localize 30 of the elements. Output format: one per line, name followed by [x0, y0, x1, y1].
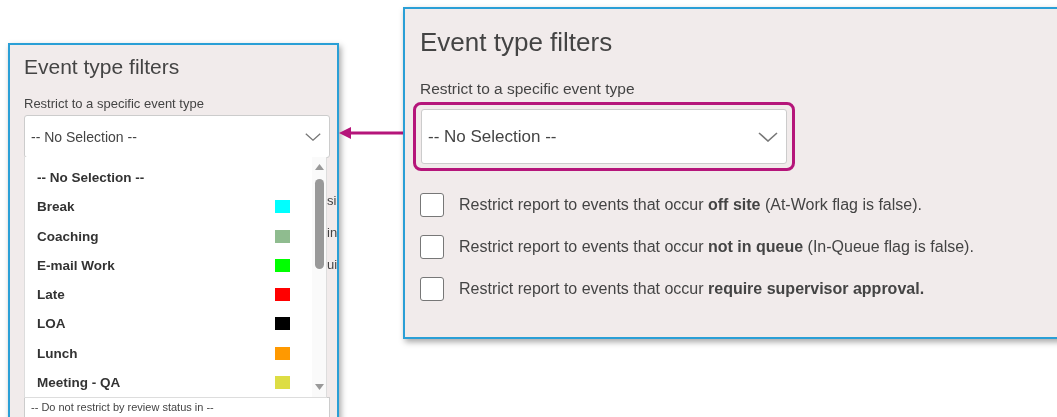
- panel-title: Event type filters: [420, 27, 614, 58]
- event-type-select[interactable]: -- No Selection --: [24, 115, 330, 158]
- event-type-select[interactable]: -- No Selection --: [421, 109, 787, 164]
- review-status-select[interactable]: -- Do not restrict by review status in --: [24, 397, 330, 417]
- checkbox-label: Restrict report to events that occur require supervisor approval.: [459, 280, 925, 298]
- checkbox[interactable]: [420, 193, 444, 217]
- checkbox[interactable]: [420, 277, 444, 301]
- scrollbar[interactable]: [312, 157, 326, 397]
- dropdown-option[interactable]: Meeting - QA: [37, 367, 312, 397]
- chevron-down-icon: [305, 132, 321, 141]
- panel-title: Event type filters: [24, 55, 181, 79]
- covered-text: ui: [327, 257, 337, 272]
- dropdown-option[interactable]: Break: [37, 192, 312, 222]
- scrollbar-thumb[interactable]: [314, 179, 324, 269]
- scroll-up-icon[interactable]: [314, 163, 324, 171]
- dropdown-option[interactable]: -- No Selection --: [37, 163, 312, 193]
- chevron-down-icon: [758, 131, 778, 142]
- dropdown-option[interactable]: Late: [37, 280, 312, 310]
- field-label: Restrict to a specific event type: [420, 80, 636, 98]
- dropdown-option[interactable]: LOA: [37, 309, 312, 339]
- field-label: Restrict to a specific event type: [24, 96, 205, 111]
- dropdown-option[interactable]: Coaching: [37, 221, 312, 251]
- dropdown-option[interactable]: E-mail Work: [37, 250, 312, 280]
- dropdown-option[interactable]: Lunch: [37, 338, 312, 368]
- covered-text: si: [327, 193, 337, 208]
- checkbox-label: Restrict report to events that occur not in queue (In-Queue flag is false).: [459, 238, 974, 256]
- checkbox-label: Restrict report to events that occur off site (At-Work flag is false).: [459, 196, 922, 214]
- checkbox[interactable]: [420, 235, 444, 259]
- scroll-down-icon[interactable]: [314, 383, 324, 391]
- covered-text: in: [327, 225, 337, 240]
